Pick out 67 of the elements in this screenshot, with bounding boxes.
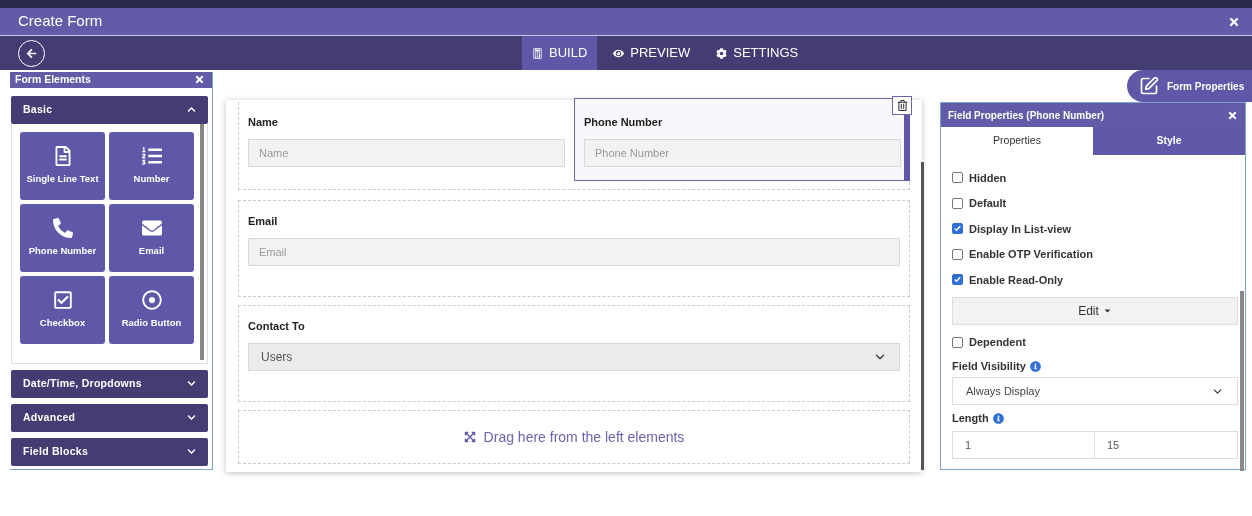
checkbox-icon xyxy=(52,289,73,310)
field-label: Name xyxy=(248,115,279,130)
chevron-down-icon xyxy=(187,379,196,389)
max-length-field[interactable]: 15 xyxy=(1095,431,1238,459)
properties-tab[interactable]: Style xyxy=(1093,127,1245,155)
accordion-header[interactable]: Advanced xyxy=(11,403,208,432)
checkbox-label: Display In List-view xyxy=(969,221,1072,237)
move-icon xyxy=(463,431,476,443)
element-tile[interactable]: Checkbox xyxy=(20,275,105,344)
checkbox-label: Enable Read-Only xyxy=(969,272,1064,288)
close-icon[interactable] xyxy=(1228,15,1240,28)
select-field[interactable]: Users xyxy=(248,342,900,371)
field-label: Length xyxy=(952,410,989,426)
accordion-header[interactable]: Basic xyxy=(11,95,208,124)
chevron-down-icon xyxy=(187,447,196,457)
panel-title: Form Elements xyxy=(15,72,91,87)
nav-tab[interactable]: PREVIEW xyxy=(603,36,701,70)
eye-icon xyxy=(613,47,625,59)
phone-icon xyxy=(52,217,73,238)
window-title: Create Form xyxy=(18,11,103,32)
panel-title: Field Properties (Phone Number) xyxy=(948,108,1105,123)
back-arrow-icon xyxy=(26,47,37,59)
checkbox-label: Dependent xyxy=(969,335,1026,350)
selected-field-card[interactable]: Phone Number Phone Number xyxy=(574,98,910,181)
radio-icon xyxy=(141,289,162,310)
close-icon[interactable] xyxy=(1227,109,1238,121)
numbered-list-icon xyxy=(141,145,162,166)
checkbox-label: Enable OTP Verification xyxy=(969,247,1093,262)
checkbox-label: Default xyxy=(969,196,1007,211)
nav-tab[interactable]: SETTINGS xyxy=(706,36,809,70)
field-label: Field Visibility xyxy=(952,358,1026,374)
select-field[interactable]: Always Display xyxy=(952,377,1238,405)
caret-icon xyxy=(1102,306,1112,315)
drop-hint: Drag here from the left elements xyxy=(483,427,685,447)
chevron-up-icon xyxy=(187,105,196,115)
checkbox[interactable] xyxy=(952,274,963,286)
element-tile[interactable]: Radio Button xyxy=(109,275,194,344)
element-tile[interactable]: Email xyxy=(109,203,194,272)
form-properties-button[interactable]: Form Properties xyxy=(1127,70,1252,102)
chevron-down-icon xyxy=(187,413,196,423)
calculator-icon xyxy=(532,47,543,59)
delete-icon[interactable] xyxy=(892,96,912,115)
element-tile[interactable]: Number xyxy=(109,131,194,200)
accordion-header[interactable]: Field Blocks xyxy=(11,437,208,466)
input-field[interactable]: Name xyxy=(248,138,565,167)
checkbox[interactable] xyxy=(952,223,963,235)
close-icon[interactable] xyxy=(194,74,205,86)
input-field[interactable]: Email xyxy=(248,237,900,266)
gear-icon xyxy=(716,47,728,59)
field-label: Contact To xyxy=(248,319,306,334)
info-icon[interactable] xyxy=(1029,360,1041,372)
accordion-header[interactable]: Date/Time, Dropdowns xyxy=(11,369,208,398)
checkbox[interactable] xyxy=(952,248,963,260)
min-length-field[interactable]: 1 xyxy=(952,431,1095,459)
checkbox[interactable] xyxy=(952,172,963,184)
checkbox[interactable] xyxy=(952,336,963,348)
edit-dropdown-button[interactable]: Edit xyxy=(952,296,1238,325)
field-label: Phone Number xyxy=(584,115,664,130)
form-edit-icon xyxy=(1139,76,1159,96)
nav-tab[interactable]: BUILD xyxy=(522,36,598,70)
element-tile[interactable]: Single Line Text xyxy=(20,131,105,200)
field-label: Email xyxy=(248,214,279,229)
input-field[interactable]: Phone Number xyxy=(584,138,901,167)
checkbox-label: Hidden xyxy=(969,170,1007,186)
checkbox[interactable] xyxy=(952,197,963,209)
info-icon[interactable] xyxy=(992,412,1004,424)
element-tile[interactable]: Phone Number xyxy=(20,203,105,272)
